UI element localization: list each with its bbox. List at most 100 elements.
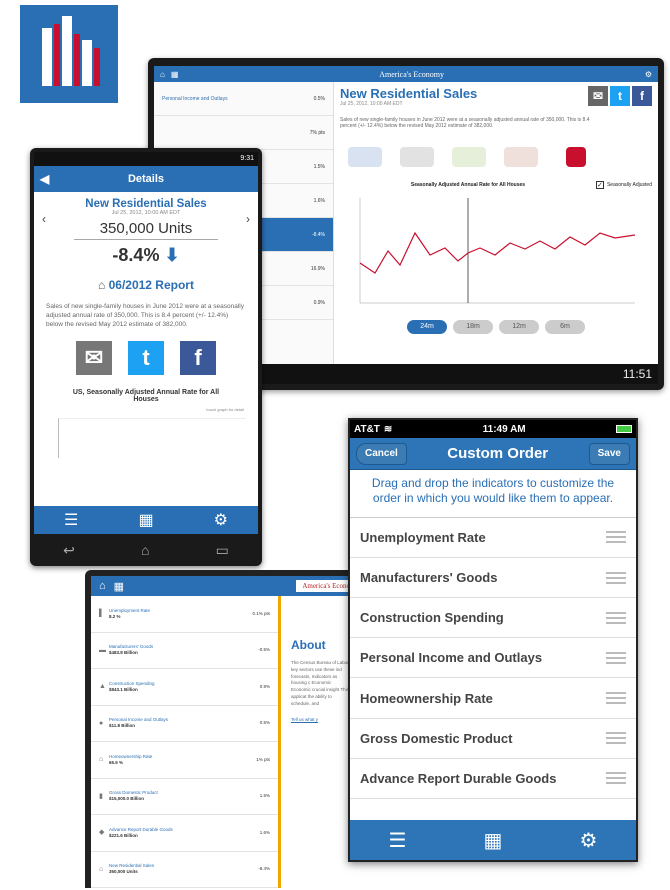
indicator-icon: ⌂: [99, 756, 104, 764]
list-icon[interactable]: ☰: [64, 510, 78, 530]
twitter-icon[interactable]: t: [128, 341, 164, 376]
drag-handle-icon[interactable]: [606, 571, 626, 584]
list-item[interactable]: ● Personal Income and Outlays $11.8 Billio…: [91, 706, 278, 742]
reorder-item[interactable]: Unemployment Rate: [350, 518, 636, 558]
sales-line-chart[interactable]: [340, 193, 640, 313]
home-icon[interactable]: ⌂: [160, 70, 165, 79]
drag-handle-icon[interactable]: [606, 692, 626, 705]
detail-date: Jul 25, 2012, 10:00 AM EDT: [340, 101, 403, 107]
reorder-item[interactable]: Homeownership Rate: [350, 678, 636, 719]
calendar-icon[interactable]: ▦: [171, 70, 179, 79]
mini-chart[interactable]: [58, 418, 246, 459]
home-icon[interactable]: ⌂: [141, 542, 149, 558]
list-item[interactable]: ▌ Unemployment Rate 8.2 % 0.1% pts: [91, 596, 278, 633]
drag-handle-icon[interactable]: [606, 772, 626, 785]
region-map-selected[interactable]: [566, 147, 586, 167]
share-buttons: ✉ t f: [34, 341, 258, 376]
list-item-value: 0.9%: [259, 683, 270, 689]
indicator-icon: ▌: [99, 610, 104, 618]
list-item[interactable]: ⌂ New Residential Sales 350,000 Units -8.4%: [91, 852, 278, 888]
drag-handle-icon[interactable]: [606, 651, 626, 664]
back-icon[interactable]: ↩: [63, 542, 75, 559]
battery-icon: [616, 425, 632, 433]
reorder-list: Unemployment Rate Manufacturers' Goods C…: [350, 516, 636, 800]
phone-clock: 9:31: [240, 155, 254, 162]
indicator-date: Jul 25, 2012, 10:00 AM EDT: [111, 210, 181, 216]
calendar-icon[interactable]: ▦: [138, 510, 153, 530]
reorder-item[interactable]: Construction Spending: [350, 598, 636, 639]
email-icon[interactable]: ✉: [588, 86, 608, 106]
twitter-icon[interactable]: t: [610, 86, 630, 106]
region-map[interactable]: [504, 147, 538, 167]
android-nav-bar: ↩ ⌂ ▭: [30, 540, 262, 560]
percent-value: -8.4%: [112, 245, 160, 265]
seasonally-adjusted-checkbox[interactable]: ✓: [595, 181, 604, 189]
list-item-sub: $221.6 Billion: [109, 832, 138, 838]
report-heading: ⌂ 06/2012 Report: [34, 278, 258, 292]
reorder-item-label: Unemployment Rate: [360, 529, 486, 545]
list-item-label: Personal Income and Outlays: [109, 717, 169, 723]
next-chevron-icon[interactable]: ›: [246, 212, 250, 226]
nav-title: Custom Order: [447, 445, 549, 462]
facebook-icon[interactable]: f: [632, 86, 652, 106]
detail-panel: New Residential Sales Jul 25, 2012, 10:0…: [340, 86, 652, 364]
list-item-value: 1.6%: [313, 197, 325, 204]
list-item-value: 1.6%: [259, 829, 270, 835]
recents-icon[interactable]: ▭: [216, 542, 229, 559]
list-item-sub: 350,000 Units: [109, 869, 138, 875]
reorder-item[interactable]: Personal Income and Outlays: [350, 638, 636, 679]
list-item-sub: $483.8 Billion: [109, 650, 138, 656]
phone-status-bar: 9:31: [34, 152, 258, 166]
region-map[interactable]: [348, 147, 382, 167]
facebook-icon[interactable]: f: [180, 341, 216, 376]
app-logo: [20, 5, 118, 103]
reorder-item-label: Manufacturers' Goods: [360, 570, 498, 585]
cancel-button[interactable]: Cancel: [356, 442, 407, 465]
list-item[interactable]: ◆ Advance Report Durable Goods $221.6 Bill…: [91, 815, 278, 852]
list-item[interactable]: ⌂ Homeownership Rate 65.5 % 1% pts: [91, 742, 278, 779]
reorder-item[interactable]: Gross Domestic Product: [350, 719, 636, 759]
list-item[interactable]: Personal Income and Outlays 0.5%: [154, 82, 333, 116]
range-6m[interactable]: 6m: [545, 320, 585, 334]
drag-handle-icon[interactable]: [606, 732, 626, 745]
settings-icon[interactable]: ⚙: [214, 510, 228, 530]
phone-header: ◀ Details: [34, 166, 258, 192]
calendar-icon[interactable]: ▦: [114, 580, 124, 593]
range-18m[interactable]: 18m: [453, 320, 493, 334]
reorder-item-label: Personal Income and Outlays: [360, 650, 543, 666]
settings-icon[interactable]: ⚙: [580, 828, 598, 853]
region-map[interactable]: [400, 147, 434, 167]
list-item-value: 16.9%: [310, 265, 325, 272]
down-arrow-icon: ⬇: [164, 245, 180, 265]
indicator-icon: ◆: [99, 829, 105, 837]
indicator-icon: ⌂: [99, 865, 104, 873]
region-map[interactable]: [452, 147, 486, 167]
save-button[interactable]: Save: [588, 442, 630, 465]
iphone-tab-bar: ☰ ▦ ⚙: [350, 820, 636, 860]
settings-icon[interactable]: ⚙: [645, 70, 652, 79]
drag-handle-icon[interactable]: [606, 531, 626, 544]
list-item[interactable]: ▮ Gross Domestic Product $15,000.0 Billion…: [91, 779, 278, 815]
list-item-value: 0.5%: [259, 720, 270, 726]
ipad-top-bar: ⌂ ▦ America's Economy: [91, 576, 365, 596]
home-icon[interactable]: ⌂: [99, 580, 106, 592]
list-item-label: Gross Domestic Product: [109, 790, 158, 796]
list-item-label: Advance Report Durable Goods: [109, 826, 173, 832]
email-icon[interactable]: ✉: [76, 341, 112, 376]
list-item-label: Manufacturers' Goods: [109, 644, 154, 650]
back-arrow-icon[interactable]: ◀: [40, 166, 49, 192]
instructions: Drag and drop the indicators to customiz…: [371, 476, 615, 506]
list-item[interactable]: ▲ Construction Spending $843.1 Billion 0.9%: [91, 669, 278, 706]
calendar-icon[interactable]: ▦: [484, 828, 503, 853]
reorder-item[interactable]: Advance Report Durable Goods: [350, 759, 636, 800]
android-phone: 9:31 ◀ Details ‹ › New Residential Sales…: [30, 148, 262, 566]
prev-chevron-icon[interactable]: ‹: [42, 212, 46, 226]
tablet-top-bar: ⌂ ▦ America's Economy ⚙: [154, 66, 658, 82]
range-12m[interactable]: 12m: [499, 320, 539, 334]
reorder-item[interactable]: Manufacturers' Goods: [350, 558, 636, 599]
drag-handle-icon[interactable]: [606, 611, 626, 624]
list-item[interactable]: 7% pts: [154, 116, 333, 150]
list-item[interactable]: ▬ Manufacturers' Goods $483.8 Billion -0.5%: [91, 633, 278, 669]
range-24m[interactable]: 24m: [407, 320, 447, 334]
list-icon[interactable]: ☰: [389, 828, 407, 853]
